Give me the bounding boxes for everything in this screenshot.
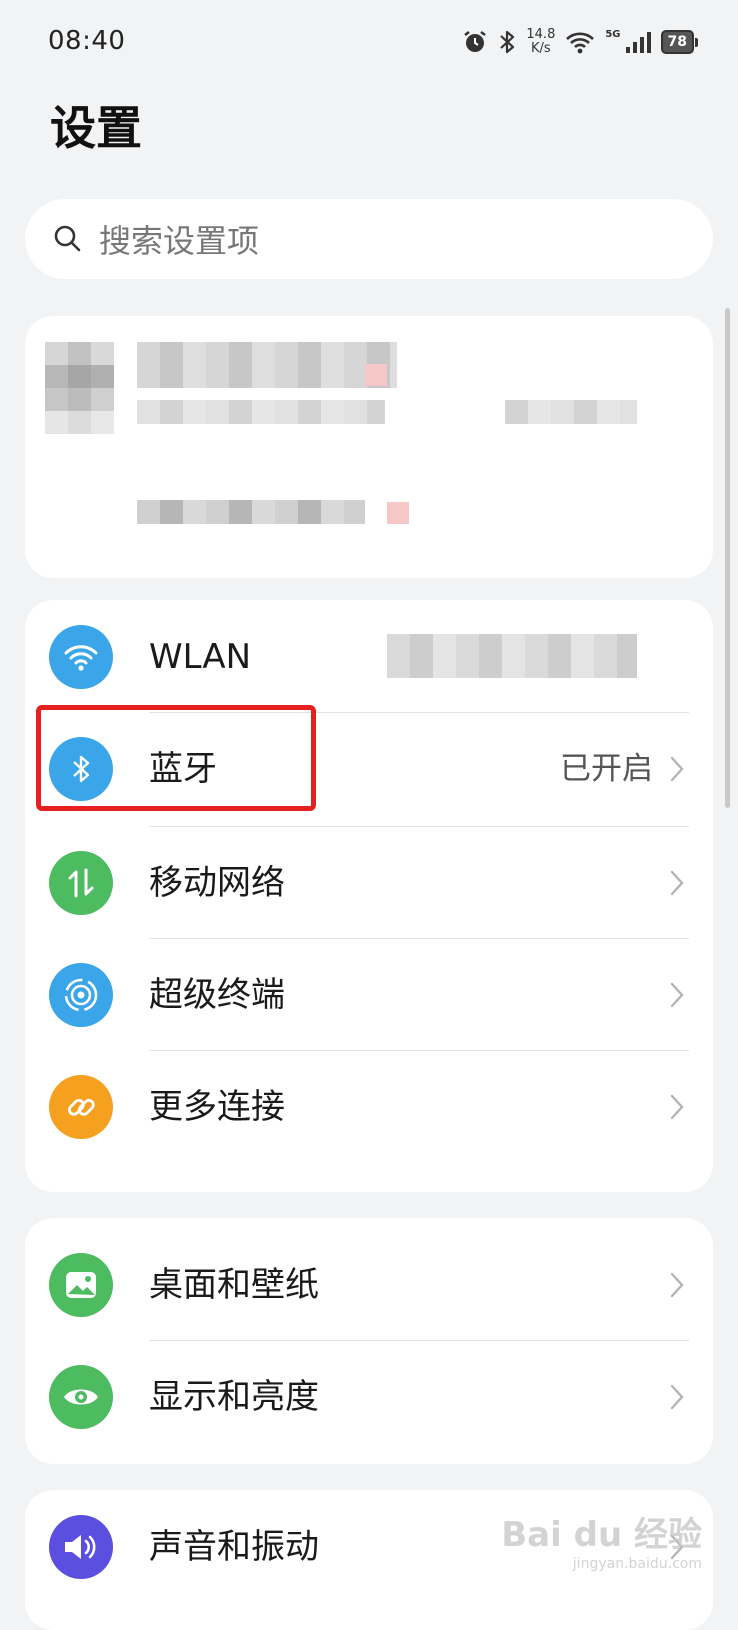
settings-item-label: 显示和亮度 (149, 1377, 319, 1417)
chevron-right-icon (670, 1094, 684, 1120)
settings-item-wlan[interactable]: WLAN (25, 600, 713, 714)
speed-value: 14.8 (526, 27, 556, 42)
scrollbar[interactable] (725, 308, 730, 808)
wifi-icon (49, 625, 113, 689)
status-icons: 14.8 K/s 5G 78 (462, 24, 698, 60)
alarm-icon (464, 31, 487, 52)
watermark-brand: Bai du 经验 (501, 1515, 702, 1555)
settings-item-label: 超级终端 (149, 975, 285, 1015)
account-card[interactable] (25, 316, 713, 578)
signal-icon (625, 32, 651, 53)
settings-item-display[interactable]: 显示和亮度 (25, 1340, 713, 1454)
avatar (45, 342, 115, 434)
page-title: 设置 (50, 101, 142, 155)
wlan-network-blurred (387, 634, 637, 678)
bluetooth-icon (500, 30, 515, 54)
speaker-icon (49, 1515, 113, 1579)
chevron-right-icon (670, 1384, 684, 1410)
link-icon (49, 1075, 113, 1139)
wallpaper-icon (49, 1253, 113, 1317)
settings-item-label: 更多连接 (149, 1087, 285, 1127)
network-type: 5G (605, 28, 621, 40)
super-device-icon (49, 963, 113, 1027)
watermark-logo: Bai du 经验 jingyan.baidu.com (501, 1507, 702, 1572)
account-name-blurred (137, 342, 397, 388)
status-time: 08:40 (48, 26, 126, 56)
battery-level: 78 (660, 30, 694, 54)
display-card: 桌面和壁纸 显示和亮度 (25, 1218, 713, 1464)
network-speed: 14.8 K/s (526, 28, 555, 56)
search-input[interactable]: 搜索设置项 (99, 216, 259, 262)
chevron-right-icon (670, 982, 684, 1008)
mobile-data-icon (49, 851, 113, 915)
watermark-url: jingyan.baidu.com (572, 1556, 702, 1572)
settings-item-more-connections[interactable]: 更多连接 (25, 1050, 713, 1164)
settings-item-mobile-network[interactable]: 移动网络 (25, 826, 713, 940)
search-bar[interactable]: 搜索设置项 (25, 199, 713, 279)
settings-item-label: 移动网络 (149, 863, 285, 903)
wifi-icon (566, 32, 595, 54)
settings-item-label: 桌面和壁纸 (149, 1265, 319, 1305)
bluetooth-status: 已开启 (560, 751, 653, 787)
search-icon (54, 225, 81, 252)
bluetooth-highlight-box (36, 705, 316, 811)
connections-card: WLAN 蓝牙 已开启 移动网络 超级终端 更多连接 (25, 600, 713, 1192)
chevron-right-icon (670, 756, 684, 782)
battery-icon: 78 (660, 30, 698, 54)
settings-item-wallpaper[interactable]: 桌面和壁纸 (25, 1228, 713, 1342)
settings-item-label: 声音和振动 (149, 1527, 319, 1567)
account-services-blurred (137, 500, 365, 524)
speed-unit: K/s (531, 41, 551, 56)
settings-item-label: WLAN (149, 637, 252, 677)
eye-icon (49, 1365, 113, 1429)
settings-item-super-device[interactable]: 超级终端 (25, 938, 713, 1052)
chevron-right-icon (670, 870, 684, 896)
chevron-right-icon (670, 1272, 684, 1298)
status-bar: 08:40 14.8 K/s 5G 78 (0, 0, 738, 84)
